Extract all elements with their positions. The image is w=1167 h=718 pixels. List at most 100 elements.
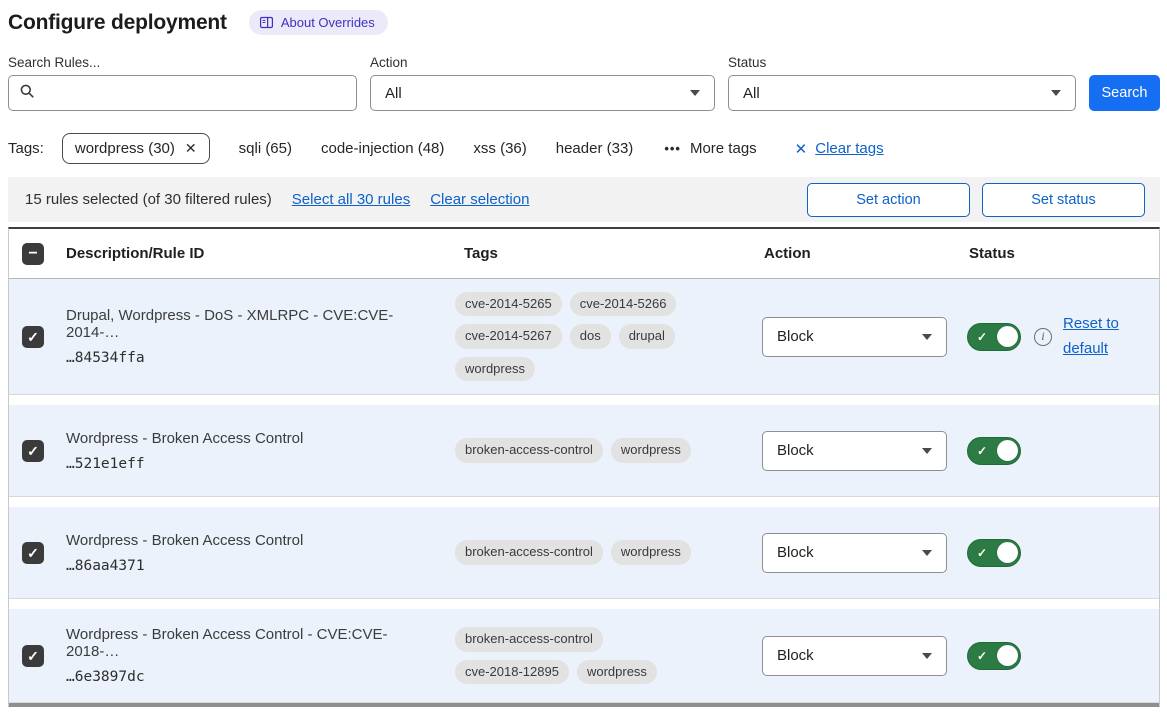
- set-action-button[interactable]: Set action: [807, 183, 970, 217]
- select-all-rules-link[interactable]: Select all 30 rules: [292, 191, 410, 208]
- tag-filter-xss[interactable]: xss (36): [473, 140, 526, 157]
- check-icon: ✓: [977, 444, 987, 458]
- check-icon: ✓: [977, 649, 987, 663]
- rule-tags: broken-access-control wordpress: [455, 426, 731, 474]
- filter-bar: Search Rules... Action All Status: [8, 55, 1160, 111]
- reset-to-default-link[interactable]: Reset to default: [1063, 312, 1127, 362]
- rule-status-toggle[interactable]: ✓: [967, 539, 1021, 567]
- row-checkbox[interactable]: ✓: [22, 645, 44, 667]
- rule-description-cell: Wordpress - Broken Access Control - CVE:…: [57, 609, 455, 702]
- rule-action-value: Block: [777, 442, 814, 459]
- page-header: Configure deployment About Overrides: [8, 10, 1160, 35]
- clear-icon: ✕: [795, 140, 808, 158]
- column-header-action: Action: [755, 245, 960, 262]
- rule-action-select[interactable]: Block: [762, 317, 947, 357]
- search-label: Search Rules...: [8, 55, 357, 70]
- rule-description-cell: Wordpress - Broken Access Control …86aa4…: [57, 515, 455, 591]
- indeterminate-icon: −: [28, 246, 37, 262]
- status-field: Status All: [728, 55, 1076, 111]
- caret-down-icon: [690, 90, 700, 96]
- column-header-status: Status: [960, 245, 1159, 262]
- tag-pill: wordpress: [455, 357, 535, 381]
- rules-table: − Description/Rule ID Tags Action Status…: [8, 227, 1160, 707]
- rule-action-select[interactable]: Block: [762, 431, 947, 471]
- rule-id: …86aa4371: [66, 558, 427, 574]
- table-header-row: − Description/Rule ID Tags Action Status: [9, 229, 1159, 279]
- info-icon[interactable]: i: [1034, 328, 1052, 346]
- status-filter-value: All: [743, 85, 760, 102]
- select-all-checkbox[interactable]: −: [22, 243, 44, 265]
- rule-tags: cve-2014-5265cve-2014-5266cve-2014-5267d…: [455, 280, 731, 393]
- table-row: ✓ Wordpress - Broken Access Control - CV…: [9, 609, 1159, 703]
- rule-status-toggle[interactable]: ✓: [967, 437, 1021, 465]
- toggle-knob: [997, 542, 1018, 563]
- set-status-button[interactable]: Set status: [982, 183, 1145, 217]
- reset-area: i Reset to default: [1034, 312, 1127, 362]
- tag-pill: broken-access-control: [455, 540, 603, 564]
- rule-status-toggle[interactable]: ✓: [967, 323, 1021, 351]
- more-tags-label: More tags: [690, 140, 757, 157]
- remove-tag-icon[interactable]: ✕: [185, 140, 197, 157]
- tag-filter-code-injection[interactable]: code-injection (48): [321, 140, 444, 157]
- caret-down-icon: [922, 653, 932, 659]
- clear-tags-button[interactable]: ✕ Clear tags: [795, 140, 884, 158]
- table-row: ✓ Wordpress - Broken Access Control …521…: [9, 405, 1159, 497]
- check-icon: ✓: [977, 546, 987, 560]
- bulk-action-buttons: Set action Set status: [807, 183, 1145, 217]
- action-field: Action All: [370, 55, 715, 111]
- tag-pill: broken-access-control: [455, 438, 603, 462]
- tag-pill: wordpress: [611, 438, 691, 462]
- next-table-edge: [9, 703, 1159, 707]
- rule-action-select[interactable]: Block: [762, 533, 947, 573]
- tag-filter-header[interactable]: header (33): [556, 140, 634, 157]
- table-body: ✓ Drupal, Wordpress - DoS - XMLRPC - CVE…: [9, 279, 1159, 703]
- tag-pill: wordpress: [577, 660, 657, 684]
- caret-down-icon: [922, 448, 932, 454]
- check-icon: ✓: [27, 546, 39, 560]
- selected-tag-label: wordpress (30): [75, 140, 175, 157]
- tag-pill: drupal: [619, 324, 675, 348]
- tags-bar: Tags: wordpress (30) ✕ sqli (65) code-in…: [8, 133, 1160, 164]
- about-overrides-badge[interactable]: About Overrides: [249, 10, 388, 35]
- status-filter-select[interactable]: All: [728, 75, 1076, 111]
- toggle-knob: [997, 440, 1018, 461]
- search-button[interactable]: Search: [1089, 75, 1160, 111]
- status-label: Status: [728, 55, 1076, 70]
- row-checkbox[interactable]: ✓: [22, 440, 44, 462]
- caret-down-icon: [922, 334, 932, 340]
- clear-selection-link[interactable]: Clear selection: [430, 191, 529, 208]
- rule-id: …84534ffa: [66, 350, 427, 366]
- action-filter-select[interactable]: All: [370, 75, 715, 111]
- search-input[interactable]: [43, 84, 346, 103]
- rule-description-cell: Drupal, Wordpress - DoS - XMLRPC - CVE:C…: [57, 290, 455, 383]
- row-checkbox[interactable]: ✓: [22, 326, 44, 348]
- rule-tags: broken-access-controlcve-2018-12895wordp…: [455, 615, 731, 695]
- toggle-knob: [997, 645, 1018, 666]
- rule-action-select[interactable]: Block: [762, 636, 947, 676]
- action-label: Action: [370, 55, 715, 70]
- rule-description: Wordpress - Broken Access Control: [66, 430, 427, 447]
- toggle-knob: [997, 326, 1018, 347]
- selected-tag-wordpress[interactable]: wordpress (30) ✕: [62, 133, 210, 164]
- configure-deployment-page: Configure deployment About Overrides Sea…: [0, 0, 1167, 707]
- check-icon: ✓: [27, 649, 39, 663]
- rule-id: …6e3897dc: [66, 669, 427, 685]
- rule-tags: broken-access-controlwordpress: [455, 528, 731, 576]
- check-icon: ✓: [977, 330, 987, 344]
- search-field: Search Rules...: [8, 55, 357, 111]
- rule-status-toggle[interactable]: ✓: [967, 642, 1021, 670]
- rule-description: Wordpress - Broken Access Control: [66, 532, 427, 549]
- more-tags-button[interactable]: ••• More tags: [664, 140, 756, 157]
- tag-pill: cve-2014-5266: [570, 292, 677, 316]
- rule-action-value: Block: [777, 328, 814, 345]
- about-overrides-label: About Overrides: [281, 15, 375, 30]
- action-filter-value: All: [385, 85, 402, 102]
- rule-description: Wordpress - Broken Access Control - CVE:…: [66, 626, 427, 660]
- column-header-tags: Tags: [455, 245, 755, 262]
- rule-description-cell: Wordpress - Broken Access Control …521e1…: [57, 413, 455, 489]
- column-header-description: Description/Rule ID: [57, 245, 455, 262]
- row-checkbox[interactable]: ✓: [22, 542, 44, 564]
- tag-pill: cve-2018-12895: [455, 660, 569, 684]
- tag-filter-sqli[interactable]: sqli (65): [239, 140, 292, 157]
- search-box[interactable]: [8, 75, 357, 111]
